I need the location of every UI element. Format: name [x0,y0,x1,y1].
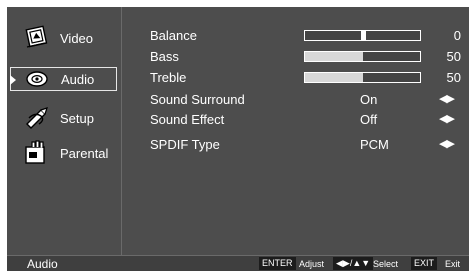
nav-item-label: Setup [60,111,94,126]
bass-value: 50 [446,49,461,64]
category-sidebar: Video Audio Setup Parental [7,7,122,255]
slider-handle[interactable] [361,31,366,40]
spdif-type-row[interactable]: SPDIF Type PCM ◀▶ [150,136,469,154]
sound-surround-row[interactable]: Sound Surround On ◀▶ [150,91,469,109]
audio-settings-menu: Video Audio Setup Parental Balance 0 Bas… [7,7,469,271]
audio-icon [26,71,48,87]
left-right-arrows-icon[interactable]: ◀▶ [439,137,455,150]
status-bar: Audio ENTER Adjust ◀▶/▲▼ Select EXIT Exi… [7,255,469,271]
slider-fill [305,73,363,82]
setting-label: Sound Surround [150,92,245,107]
sound-surround-value: On [360,92,378,107]
left-right-arrows-icon[interactable]: ◀▶ [439,92,455,105]
status-title: Audio [27,257,58,271]
nav-item-setup[interactable]: Setup [10,107,117,131]
sound-effect-value: Off [360,112,378,127]
left-right-arrows-icon[interactable]: ◀▶ [439,112,455,125]
nav-item-label: Video [60,31,94,46]
arrow-keys-badge: ◀▶/▲▼ [333,257,374,270]
setting-label: Treble [150,70,187,85]
selection-pointer-icon [10,75,16,85]
spdif-type-value: PCM [360,137,389,152]
nav-item-label: Parental [60,146,109,161]
treble-value: 50 [446,70,461,85]
nav-item-audio[interactable]: Audio [10,67,117,91]
nav-item-parental[interactable]: Parental [10,140,117,166]
bass-row[interactable]: Bass 50 [150,48,469,66]
select-label: Select [373,259,399,269]
sound-effect-row[interactable]: Sound Effect Off ◀▶ [150,111,469,129]
slider-fill [305,52,363,61]
setting-label: Sound Effect [150,112,225,127]
exit-key-badge: EXIT [411,257,438,270]
setup-icon [26,107,48,129]
balance-row[interactable]: Balance 0 [150,27,469,45]
video-icon [25,25,48,48]
nav-item-video[interactable]: Video [10,25,117,51]
enter-key-badge: ENTER [259,257,296,270]
setting-label: SPDIF Type [150,137,220,152]
balance-value: 0 [453,28,461,43]
adjust-label: Adjust [299,259,325,269]
exit-label: Exit [445,259,461,269]
setting-label: Bass [150,49,179,64]
parental-icon [25,140,45,164]
treble-slider[interactable] [304,72,421,83]
treble-row[interactable]: Treble 50 [150,69,469,87]
balance-slider[interactable] [304,30,421,41]
nav-item-label: Audio [61,72,95,87]
bass-slider[interactable] [304,51,421,62]
setting-label: Balance [150,28,197,43]
